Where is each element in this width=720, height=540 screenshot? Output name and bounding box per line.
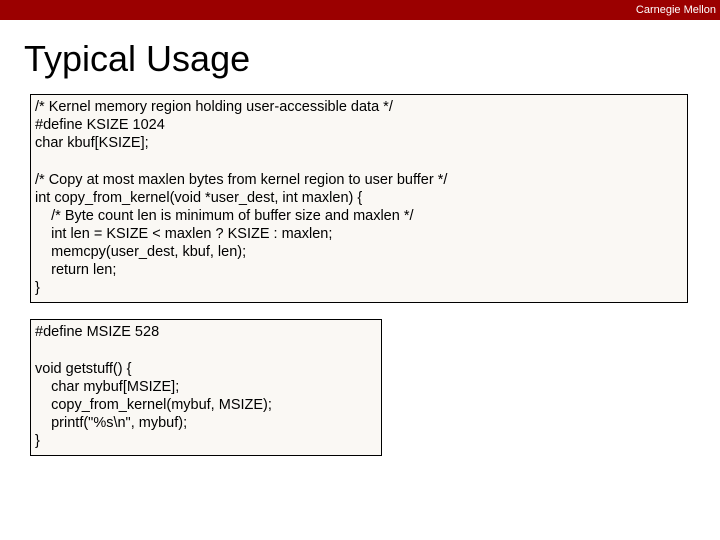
code-line: } — [35, 279, 683, 297]
code-line: #define KSIZE 1024 — [35, 116, 683, 134]
code-line: return len; — [35, 261, 683, 279]
code-line: copy_from_kernel(mybuf, MSIZE); — [35, 396, 377, 414]
code-line: /* Kernel memory region holding user-acc… — [35, 98, 683, 116]
code-line: int copy_from_kernel(void *user_dest, in… — [35, 189, 683, 207]
brand-label: Carnegie Mellon — [636, 4, 716, 16]
header-bar: Carnegie Mellon — [0, 0, 720, 20]
code-line: /* Byte count len is minimum of buffer s… — [35, 207, 683, 225]
code-line: #define MSIZE 528 — [35, 323, 377, 341]
code-line: printf("%s\n", mybuf); — [35, 414, 377, 432]
code-line: /* Copy at most maxlen bytes from kernel… — [35, 171, 683, 189]
code-line: memcpy(user_dest, kbuf, len); — [35, 243, 683, 261]
blank-line — [35, 152, 683, 170]
slide-title: Typical Usage — [24, 38, 720, 80]
code-box-user: #define MSIZE 528 void getstuff() { char… — [30, 319, 382, 456]
code-line: int len = KSIZE < maxlen ? KSIZE : maxle… — [35, 225, 683, 243]
code-line: char mybuf[MSIZE]; — [35, 378, 377, 396]
blank-line — [35, 342, 377, 360]
code-box-kernel: /* Kernel memory region holding user-acc… — [30, 94, 688, 303]
code-line: void getstuff() { — [35, 360, 377, 378]
code-line: char kbuf[KSIZE]; — [35, 134, 683, 152]
code-line: } — [35, 432, 377, 450]
